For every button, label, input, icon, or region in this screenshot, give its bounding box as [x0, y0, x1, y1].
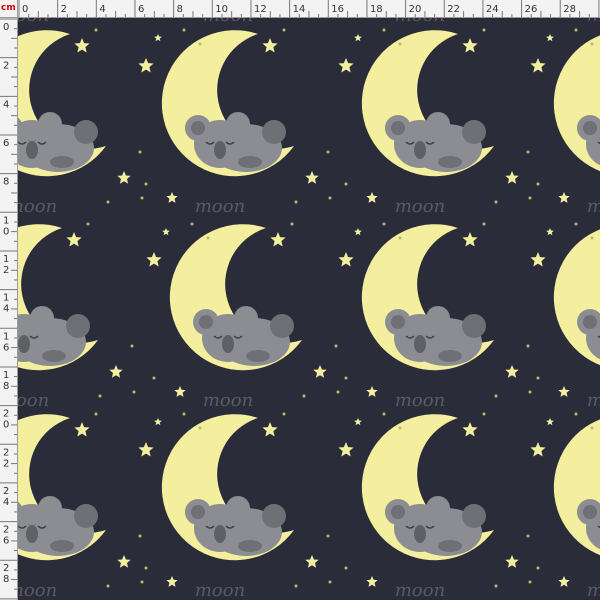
fabric-pattern-canvas: moon [18, 18, 600, 600]
vertical-ruler-label: 6 [3, 342, 9, 353]
horizontal-ruler-label: 22 [447, 4, 460, 15]
vertical-ruler-label: 0 [3, 226, 9, 237]
vertical-ruler-label: 8 [3, 574, 9, 585]
koala-moon-motif [529, 221, 600, 412]
vertical-ruler-label: 6 [3, 536, 9, 547]
koala-moon-motif [145, 221, 341, 412]
horizontal-ruler-scale: 0 2 4 6 8 10 12 14 16 18 20 22 24 26 28 [18, 0, 600, 17]
vertical-ruler-label: 1 [3, 293, 9, 304]
koala-moon-motif [337, 18, 533, 27]
vertical-ruler-label: 1 [3, 331, 9, 342]
vertical-ruler-label: 2 [3, 61, 9, 72]
vertical-ruler-label: 2 [3, 486, 9, 497]
horizontal-ruler-label: 0 [22, 4, 28, 15]
vertical-ruler-label: 4 [3, 497, 9, 508]
vertical-ruler-label: 4 [3, 304, 9, 315]
ruler-unit-label: cm [1, 3, 16, 13]
vertical-ruler-label: 0 [3, 420, 9, 431]
horizontal-ruler-label: 16 [331, 4, 344, 15]
vertical-ruler-label: 2 [3, 458, 9, 469]
vertical-ruler-label: 2 [3, 447, 9, 458]
horizontal-ruler-label: 26 [525, 4, 538, 15]
koala-moon-motif [529, 411, 600, 600]
horizontal-ruler-label: 10 [215, 4, 228, 15]
vertical-ruler-label: 4 [3, 99, 9, 110]
vertical-ruler-label: 0 [3, 22, 9, 33]
koala-moon-motif [337, 221, 533, 412]
horizontal-ruler-label: 18 [370, 4, 383, 15]
koala-moon-motif [137, 27, 333, 218]
koala-moon-motif [529, 18, 600, 27]
vertical-ruler: 0246810121416182022242628 [0, 18, 18, 600]
vertical-ruler-scale: 0246810121416182022242628 [0, 18, 17, 600]
horizontal-ruler-label: 20 [409, 4, 422, 15]
koala-moon-pattern: moon [18, 18, 600, 600]
vertical-ruler-label: 2 [3, 409, 9, 420]
ruler-unit-corner: cm [0, 0, 18, 18]
koala-moon-motif [18, 221, 137, 412]
horizontal-ruler-label: 8 [177, 4, 183, 15]
horizontal-ruler-label: 28 [563, 4, 576, 15]
pattern-preview: cm 0 2 4 6 8 10 12 14 16 18 20 22 24 26 28 02468101214… [0, 0, 600, 600]
koala-moon-motif [529, 27, 600, 218]
horizontal-ruler: 0 2 4 6 8 10 12 14 16 18 20 22 24 26 28 [18, 0, 600, 18]
vertical-ruler-label: 8 [3, 177, 9, 188]
koala-moon-motif [18, 27, 145, 218]
koala-moon-motif [145, 18, 341, 27]
koala-moon-motif [18, 18, 137, 27]
vertical-ruler-label: 1 [3, 254, 9, 265]
vertical-ruler-label: 2 [3, 563, 9, 574]
horizontal-ruler-label: 6 [138, 4, 144, 15]
vertical-ruler-label: 1 [3, 215, 9, 226]
koala-moon-motif [337, 411, 533, 600]
vertical-ruler-label: 2 [3, 265, 9, 276]
vertical-ruler-label: 1 [3, 370, 9, 381]
horizontal-ruler-label: 24 [486, 4, 499, 15]
horizontal-ruler-label: 14 [293, 4, 306, 15]
horizontal-ruler-label: 2 [61, 4, 67, 15]
vertical-ruler-label: 2 [3, 525, 9, 536]
vertical-ruler-label: 8 [3, 381, 9, 392]
vertical-ruler-label: 6 [3, 138, 9, 149]
koala-moon-motif [18, 411, 145, 600]
horizontal-ruler-label: 12 [254, 4, 267, 15]
koala-moon-motif [137, 411, 333, 600]
horizontal-ruler-label: 4 [99, 4, 105, 15]
koala-moon-motif [337, 27, 533, 218]
